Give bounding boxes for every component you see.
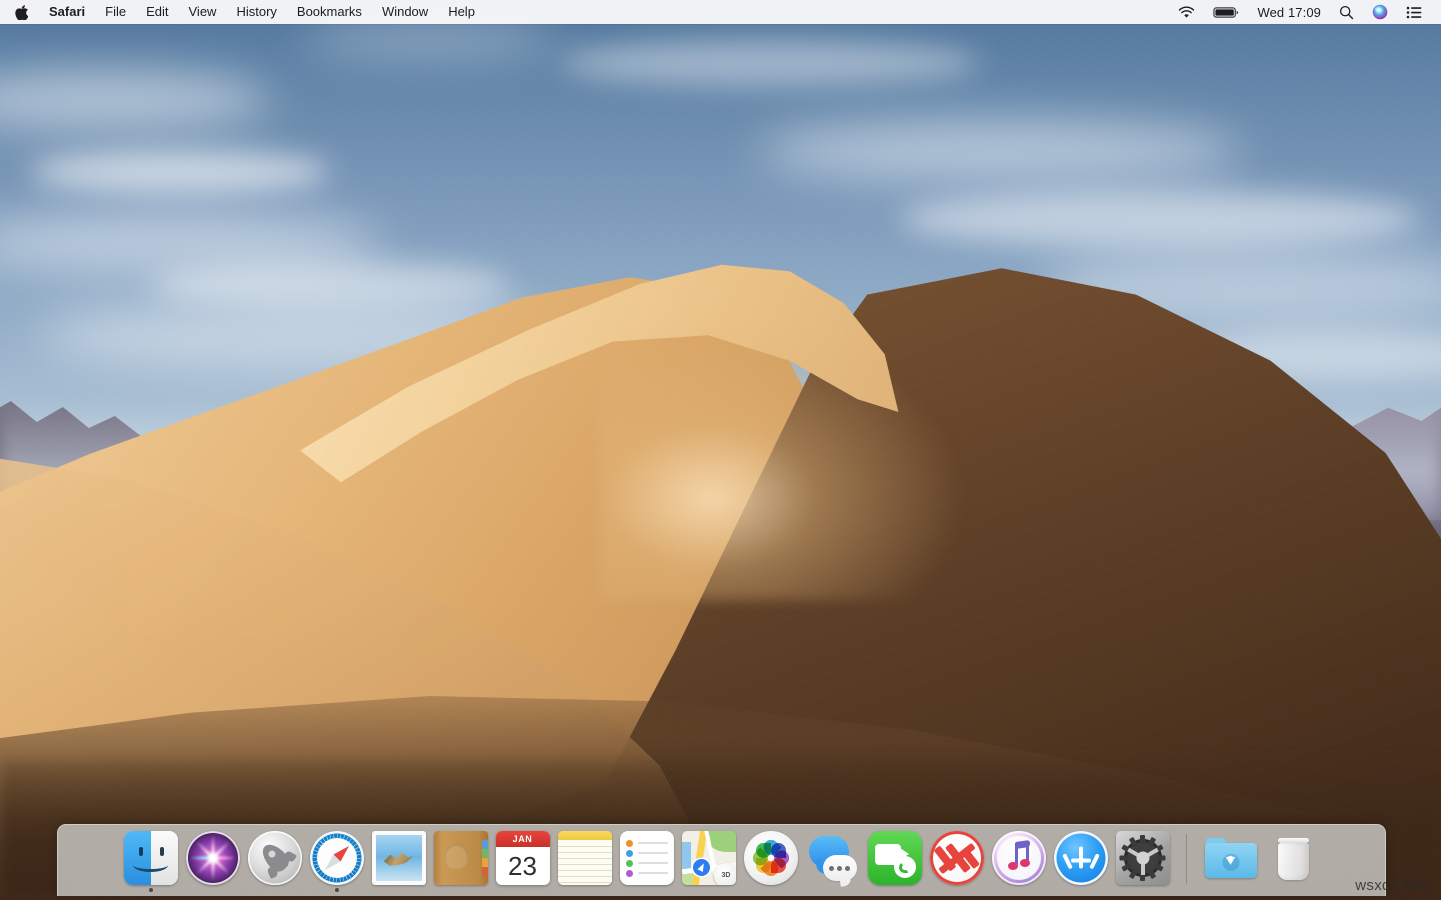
wifi-icon bbox=[1179, 5, 1195, 18]
reminders-icon bbox=[619, 831, 674, 885]
search-icon bbox=[1339, 5, 1354, 19]
running-indicator bbox=[334, 888, 339, 892]
dock-item-app-store[interactable] bbox=[1053, 830, 1108, 892]
running-indicator bbox=[521, 888, 525, 892]
launchpad-icon bbox=[247, 831, 302, 885]
photos-icon bbox=[743, 831, 798, 885]
trash-icon bbox=[1266, 831, 1320, 885]
contacts-icon bbox=[433, 831, 488, 885]
control-center-button[interactable] bbox=[1397, 0, 1431, 24]
running-indicator bbox=[1141, 888, 1145, 892]
dock-item-calendar[interactable]: JAN 23 bbox=[495, 830, 550, 892]
dock-item-finder[interactable] bbox=[123, 830, 178, 892]
dock-item-mail[interactable] bbox=[371, 830, 426, 892]
siri-icon bbox=[185, 831, 240, 885]
menu-item-safari[interactable]: Safari bbox=[39, 0, 95, 24]
news-icon bbox=[929, 831, 984, 885]
dock-item-system-preferences[interactable] bbox=[1115, 830, 1170, 892]
menu-bar: Safari File Edit View History Bookmarks … bbox=[0, 0, 1441, 24]
dock-item-messages[interactable] bbox=[805, 830, 860, 892]
siri-icon bbox=[1372, 4, 1388, 20]
dock-divider bbox=[1186, 834, 1187, 884]
running-indicator bbox=[273, 888, 277, 892]
app-store-icon bbox=[1053, 831, 1108, 885]
apple-menu-button[interactable] bbox=[0, 4, 39, 20]
running-indicator bbox=[769, 888, 773, 892]
dock-item-trash[interactable] bbox=[1265, 830, 1320, 892]
mail-icon bbox=[371, 831, 426, 885]
desktop-screen: Safari File Edit View History Bookmarks … bbox=[0, 0, 1441, 900]
running-indicator bbox=[1291, 888, 1295, 892]
battery-icon bbox=[1213, 6, 1239, 18]
running-indicator bbox=[707, 888, 711, 892]
menu-item-window[interactable]: Window bbox=[372, 0, 438, 24]
messages-icon bbox=[806, 831, 860, 885]
dock-item-facetime[interactable] bbox=[867, 830, 922, 892]
running-indicator bbox=[1079, 888, 1083, 892]
siri-menu-button[interactable] bbox=[1363, 0, 1397, 24]
menu-item-view[interactable]: View bbox=[179, 0, 227, 24]
dock: JAN 23 3D bbox=[57, 824, 1386, 896]
dock-item-notes[interactable] bbox=[557, 830, 612, 892]
calendar-icon: JAN 23 bbox=[495, 831, 550, 885]
calendar-day-label: 23 bbox=[508, 850, 537, 881]
menu-bar-clock[interactable]: Wed 17:09 bbox=[1248, 0, 1330, 24]
running-indicator bbox=[397, 888, 401, 892]
dock-item-itunes[interactable] bbox=[991, 830, 1046, 892]
menu-item-bookmarks[interactable]: Bookmarks bbox=[287, 0, 372, 24]
menu-item-help[interactable]: Help bbox=[438, 0, 485, 24]
dock-item-downloads[interactable] bbox=[1203, 830, 1258, 892]
dock-item-reminders[interactable] bbox=[619, 830, 674, 892]
running-indicator bbox=[148, 888, 153, 892]
menu-item-file[interactable]: File bbox=[95, 0, 136, 24]
running-indicator bbox=[583, 888, 587, 892]
running-indicator bbox=[893, 888, 897, 892]
maps-compass-badge: 3D bbox=[713, 863, 736, 885]
finder-icon bbox=[123, 831, 178, 885]
running-indicator bbox=[211, 888, 215, 892]
dock-item-photos[interactable] bbox=[743, 830, 798, 892]
running-indicator bbox=[1229, 888, 1233, 892]
safari-icon bbox=[309, 831, 364, 885]
menu-item-edit[interactable]: Edit bbox=[136, 0, 178, 24]
system-preferences-icon bbox=[1115, 831, 1170, 885]
dock-items: JAN 23 3D bbox=[123, 830, 1320, 892]
facetime-icon bbox=[867, 831, 922, 885]
spotlight-search-button[interactable] bbox=[1330, 0, 1363, 24]
dock-item-contacts[interactable] bbox=[433, 830, 488, 892]
desktop-wallpaper[interactable] bbox=[0, 0, 1441, 900]
dock-item-launchpad[interactable] bbox=[247, 830, 302, 892]
menu-bar-status-area: Wed 17:09 bbox=[1169, 0, 1441, 24]
notes-icon bbox=[557, 831, 612, 885]
menu-item-history[interactable]: History bbox=[226, 0, 286, 24]
running-indicator bbox=[459, 888, 463, 892]
running-indicator bbox=[955, 888, 959, 892]
watermark: wsxdn.com bbox=[1355, 877, 1433, 894]
running-indicator bbox=[645, 888, 649, 892]
downloads-folder-icon bbox=[1204, 831, 1258, 885]
dock-item-safari[interactable] bbox=[309, 830, 364, 892]
dock-item-siri[interactable] bbox=[185, 830, 240, 892]
battery-status-button[interactable] bbox=[1204, 0, 1248, 24]
wifi-status-button[interactable] bbox=[1169, 0, 1204, 24]
wallpaper-grain bbox=[0, 0, 1441, 900]
apple-logo-icon bbox=[15, 4, 28, 20]
running-indicator bbox=[1017, 888, 1021, 892]
dock-item-maps[interactable]: 3D bbox=[681, 830, 736, 892]
maps-location-pin bbox=[693, 859, 711, 877]
maps-icon: 3D bbox=[681, 831, 736, 885]
running-indicator bbox=[831, 888, 835, 892]
menu-bar-left: Safari File Edit View History Bookmarks … bbox=[0, 0, 485, 24]
dock-item-news[interactable] bbox=[929, 830, 984, 892]
itunes-icon bbox=[991, 831, 1046, 885]
calendar-month-label: JAN bbox=[495, 831, 550, 848]
control-center-icon bbox=[1406, 6, 1422, 18]
